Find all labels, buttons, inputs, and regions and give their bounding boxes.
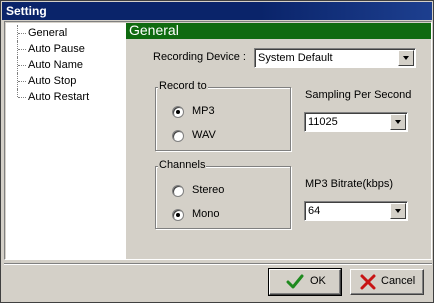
tree-branch-line bbox=[17, 57, 27, 73]
divider bbox=[4, 263, 432, 265]
bitrate-label: MP3 Bitrate(kbps) bbox=[305, 178, 394, 190]
tree-item-auto-pause[interactable]: Auto Pause bbox=[6, 41, 126, 57]
radio-label: MP3 bbox=[192, 105, 215, 117]
ok-label: OK bbox=[310, 275, 326, 287]
chevron-down-icon bbox=[395, 120, 401, 124]
channels-legend: Channels bbox=[158, 159, 207, 171]
tree-item-auto-restart[interactable]: Auto Restart bbox=[6, 89, 126, 105]
dropdown-button[interactable] bbox=[390, 114, 406, 130]
radio-label: Mono bbox=[192, 208, 220, 220]
tree-branch-line bbox=[17, 73, 27, 89]
radio-wav[interactable]: WAV bbox=[172, 129, 252, 143]
x-icon bbox=[360, 274, 376, 290]
settings-panel: General Auto Pause Auto Name Auto Stop A… bbox=[4, 21, 432, 260]
recording-device-select[interactable]: System Default bbox=[254, 48, 416, 68]
checkmark-icon bbox=[286, 274, 304, 289]
channels-group: Channels Stereo Mono bbox=[155, 159, 291, 229]
general-page: General Recording Device : System Defaul… bbox=[126, 22, 431, 259]
sampling-select[interactable]: 11025 bbox=[304, 112, 408, 132]
recording-device-label: Recording Device : bbox=[153, 51, 246, 63]
sampling-label: Sampling Per Second bbox=[305, 89, 412, 101]
tree-item-label: Auto Restart bbox=[28, 91, 90, 103]
cancel-label: Cancel bbox=[381, 275, 416, 287]
ok-button[interactable]: OK bbox=[268, 268, 342, 296]
chevron-down-icon bbox=[403, 56, 409, 60]
record-to-legend: Record to bbox=[158, 80, 208, 92]
dropdown-button[interactable] bbox=[398, 50, 414, 66]
tree-item-auto-stop[interactable]: Auto Stop bbox=[6, 73, 126, 89]
tree-item-label: General bbox=[28, 27, 68, 39]
radio-selected-icon bbox=[172, 106, 184, 118]
page-header: General bbox=[126, 22, 431, 39]
tree-branch-line bbox=[17, 89, 27, 105]
recording-device-value: System Default bbox=[258, 52, 333, 64]
radio-label: WAV bbox=[192, 129, 216, 141]
tree-branch-line bbox=[17, 25, 27, 41]
dropdown-button[interactable] bbox=[390, 203, 406, 219]
cancel-button[interactable]: Cancel bbox=[350, 269, 424, 295]
tree-item-label: Auto Stop bbox=[28, 75, 77, 87]
record-to-group: Record to MP3 WAV bbox=[155, 80, 291, 151]
radio-stereo[interactable]: Stereo bbox=[172, 184, 252, 198]
chevron-down-icon bbox=[395, 209, 401, 213]
settings-tree: General Auto Pause Auto Name Auto Stop A… bbox=[6, 23, 126, 259]
bitrate-select[interactable]: 64 bbox=[304, 201, 408, 221]
tree-branch-line bbox=[17, 41, 27, 57]
radio-label: Stereo bbox=[192, 184, 225, 196]
tree-item-label: Auto Pause bbox=[28, 43, 85, 55]
radio-unselected-icon bbox=[172, 130, 184, 142]
radio-selected-icon bbox=[172, 209, 184, 221]
page-title: General bbox=[129, 22, 179, 38]
radio-unselected-icon bbox=[172, 185, 184, 197]
radio-mono[interactable]: Mono bbox=[172, 208, 252, 222]
tree-item-label: Auto Name bbox=[28, 59, 84, 71]
title-bar[interactable]: Setting bbox=[2, 2, 432, 20]
radio-mp3[interactable]: MP3 bbox=[172, 105, 252, 119]
tree-item-general[interactable]: General bbox=[6, 25, 126, 41]
bitrate-value: 64 bbox=[308, 205, 321, 217]
tree-item-auto-name[interactable]: Auto Name bbox=[6, 57, 126, 73]
settings-dialog: Setting General Auto Pause Auto Name Aut… bbox=[0, 0, 434, 303]
sampling-value: 11025 bbox=[308, 116, 338, 128]
window-title: Setting bbox=[6, 4, 47, 18]
